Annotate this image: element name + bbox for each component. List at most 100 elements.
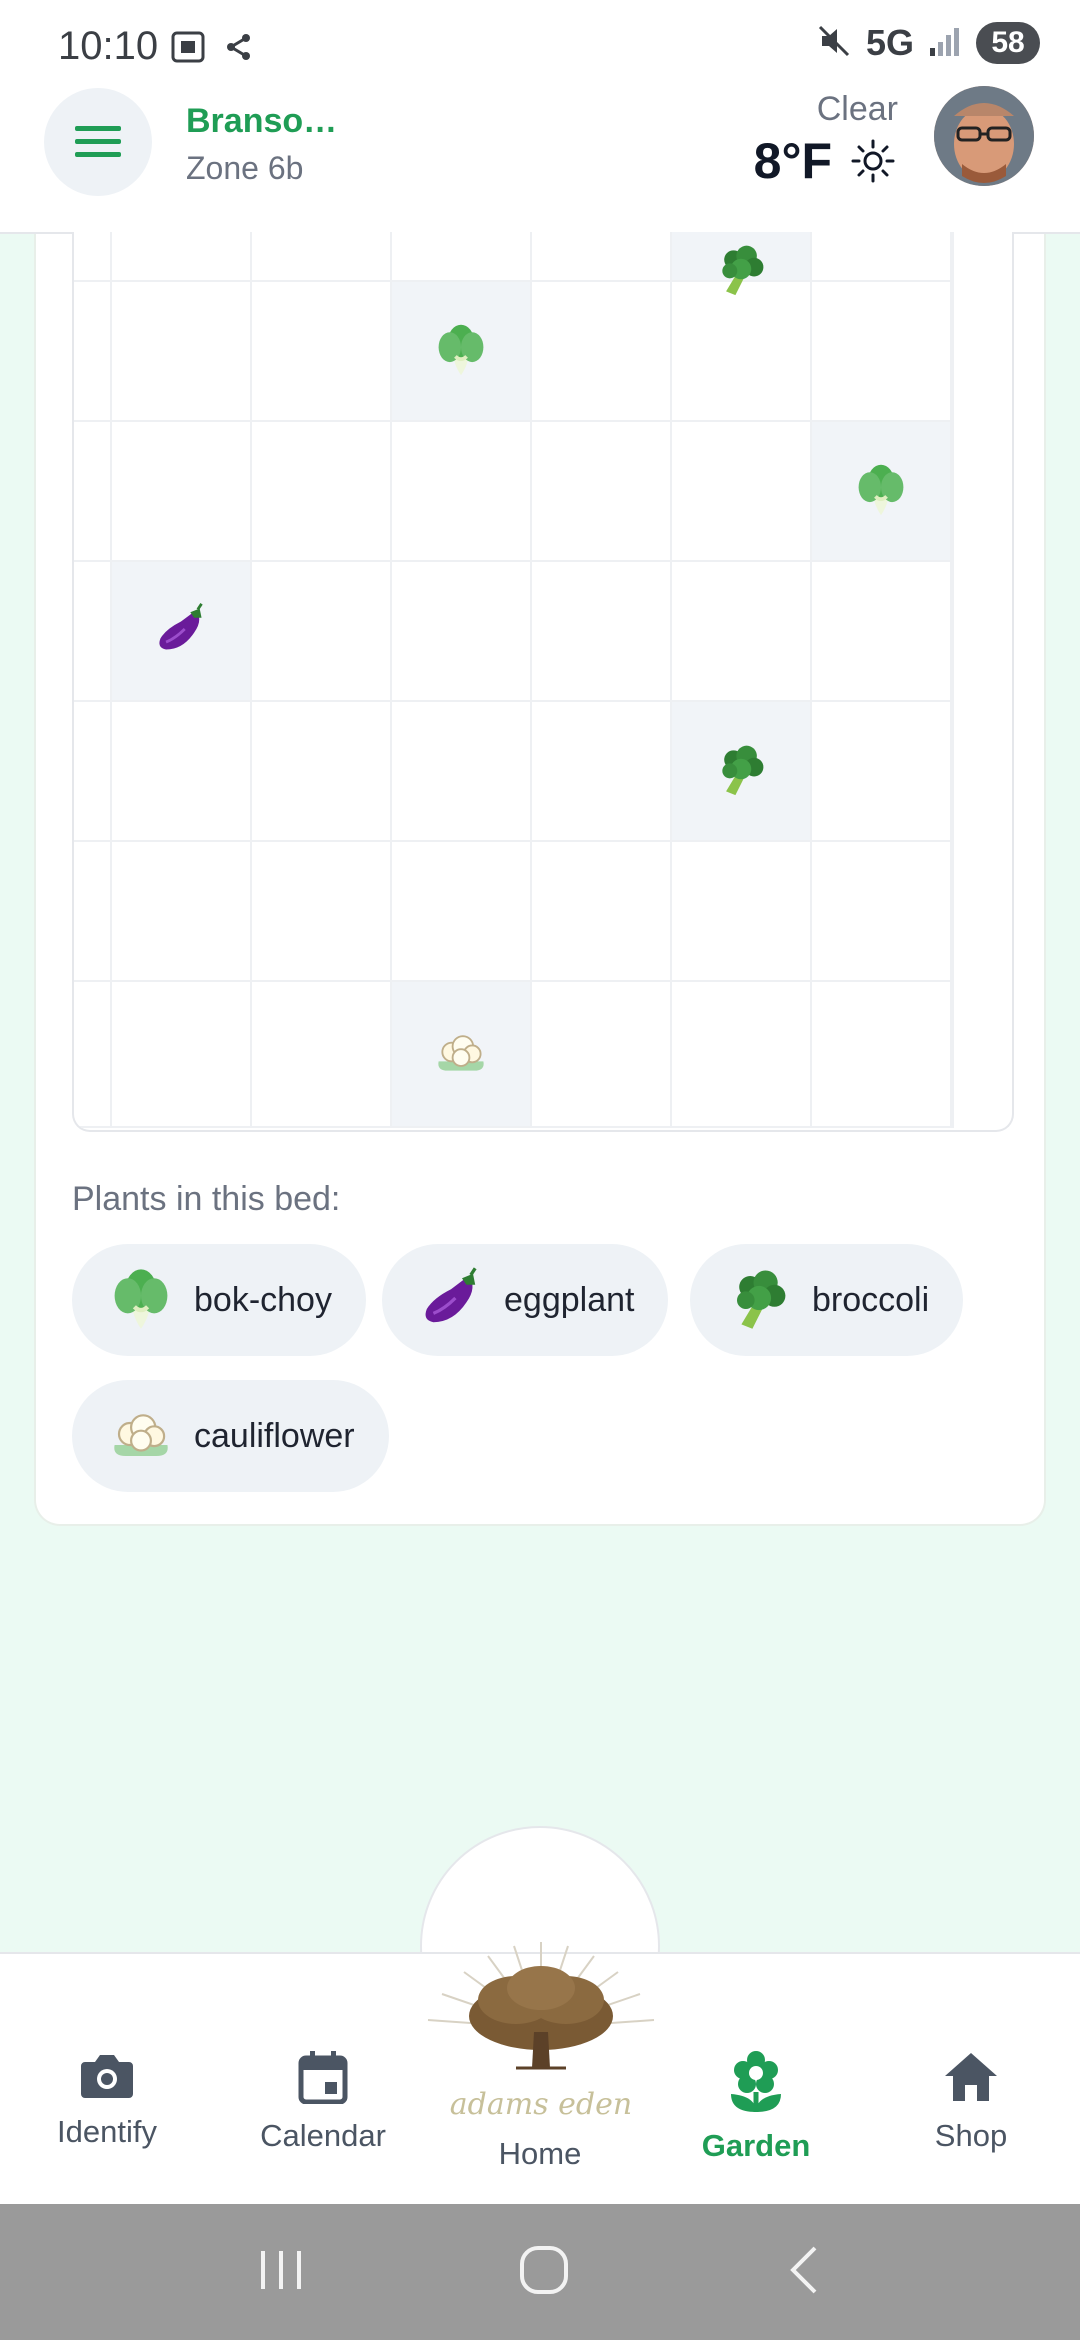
grid-cell[interactable] bbox=[812, 842, 952, 982]
grid-cell[interactable] bbox=[672, 982, 812, 1128]
cauliflower-icon bbox=[108, 1401, 174, 1472]
back-icon[interactable] bbox=[783, 2244, 823, 2301]
broccoli-icon bbox=[713, 741, 769, 802]
grid-cell[interactable] bbox=[112, 422, 252, 562]
grid-cell[interactable] bbox=[392, 232, 532, 282]
eggplant-icon bbox=[418, 1265, 484, 1336]
grid-cell[interactable] bbox=[672, 562, 812, 702]
home-system-icon[interactable] bbox=[518, 2244, 570, 2301]
nav-home[interactable]: Home bbox=[440, 2136, 640, 2172]
nav-shop[interactable]: Shop bbox=[871, 2050, 1071, 2154]
plant-chip-label: cauliflower bbox=[194, 1416, 355, 1455]
grid-cell[interactable] bbox=[952, 842, 954, 982]
plant-chip-bok-choy[interactable]: bok-choy bbox=[72, 1244, 366, 1356]
grid-cell[interactable] bbox=[952, 282, 954, 422]
grid-cell[interactable] bbox=[74, 232, 112, 282]
grid-cell[interactable] bbox=[532, 282, 672, 422]
nav-calendar[interactable]: Calendar bbox=[223, 2050, 423, 2154]
nav-label-identify: Identify bbox=[57, 2114, 157, 2149]
grid-cell[interactable] bbox=[252, 422, 392, 562]
grid-cell[interactable] bbox=[672, 232, 812, 295]
grid-cell[interactable] bbox=[74, 422, 112, 562]
garden-bed-card: Plants in this bed: bok-choy eggplant br… bbox=[34, 232, 1046, 1526]
signal-icon bbox=[928, 26, 962, 61]
grid-cell[interactable] bbox=[112, 842, 252, 982]
home-shop-icon bbox=[945, 2053, 997, 2101]
grid-cell[interactable] bbox=[812, 982, 952, 1128]
grid-cell[interactable] bbox=[112, 282, 252, 422]
nav-garden[interactable]: Garden bbox=[656, 2050, 856, 2164]
grid-cell[interactable] bbox=[952, 422, 954, 562]
grid-cell[interactable] bbox=[812, 282, 952, 422]
calendar-icon bbox=[298, 2051, 348, 2104]
grid-cell[interactable] bbox=[812, 702, 952, 842]
app-header: Branso… Zone 6b Clear 8°F bbox=[0, 86, 1080, 234]
nav-identify[interactable]: Identify bbox=[7, 2050, 207, 2150]
logo-text: adams eden bbox=[450, 2087, 632, 2122]
grid-cell[interactable] bbox=[532, 232, 672, 282]
nav-label-home: Home bbox=[498, 2136, 582, 2171]
grid-cell[interactable] bbox=[812, 562, 952, 702]
grid-cell[interactable] bbox=[252, 232, 392, 282]
grid-cell[interactable] bbox=[672, 422, 812, 562]
location-name[interactable]: Branso… bbox=[186, 102, 337, 141]
grid-cell[interactable] bbox=[392, 982, 532, 1128]
grid-cell[interactable] bbox=[532, 702, 672, 842]
broccoli-icon bbox=[726, 1265, 792, 1336]
grid-cell[interactable] bbox=[252, 562, 392, 702]
grid-cell[interactable] bbox=[812, 422, 952, 562]
bok-choy-icon bbox=[853, 461, 909, 522]
grid-cell[interactable] bbox=[392, 422, 532, 562]
nav-label-garden: Garden bbox=[701, 2128, 811, 2163]
plant-chip-eggplant[interactable]: eggplant bbox=[382, 1244, 669, 1356]
zone-label: Zone 6b bbox=[186, 150, 304, 186]
plant-chip-cauliflower[interactable]: cauliflower bbox=[72, 1380, 389, 1492]
menu-button[interactable] bbox=[44, 88, 152, 196]
grid-cell[interactable] bbox=[112, 232, 252, 282]
grid-cell[interactable] bbox=[74, 562, 112, 702]
grid-cell[interactable] bbox=[252, 702, 392, 842]
grid-cell[interactable] bbox=[532, 562, 672, 702]
avatar[interactable] bbox=[934, 86, 1034, 186]
plant-chip-broccoli[interactable]: broccoli bbox=[690, 1244, 964, 1356]
adams-eden-logo[interactable]: adams eden bbox=[416, 1928, 666, 2128]
grid-cell[interactable] bbox=[952, 982, 954, 1128]
weather-condition: Clear bbox=[816, 90, 898, 128]
grid-cell[interactable] bbox=[812, 232, 952, 282]
garden-bed-grid bbox=[72, 232, 1014, 1132]
system-navigation-bar bbox=[0, 2204, 1080, 2340]
grid-cell[interactable] bbox=[252, 842, 392, 982]
grid-cell[interactable] bbox=[952, 562, 954, 702]
grid-cell[interactable] bbox=[952, 232, 954, 282]
grid-cell[interactable] bbox=[252, 282, 392, 422]
grid-cell[interactable] bbox=[672, 702, 812, 842]
grid-cell[interactable] bbox=[74, 842, 112, 982]
grid-cell[interactable] bbox=[672, 282, 812, 422]
grid-cell[interactable] bbox=[392, 842, 532, 982]
cauliflower-icon bbox=[433, 1024, 489, 1085]
bok-choy-icon bbox=[108, 1265, 174, 1336]
grid-cell[interactable] bbox=[112, 562, 252, 702]
grid-cell[interactable] bbox=[532, 422, 672, 562]
grid-cell[interactable] bbox=[532, 982, 672, 1128]
status-time: 10:10 bbox=[58, 24, 159, 68]
bok-choy-icon bbox=[433, 321, 489, 382]
status-bar: 10:10 5G 58 bbox=[0, 0, 1080, 88]
grid-cell[interactable] bbox=[112, 982, 252, 1128]
grid-cell[interactable] bbox=[112, 702, 252, 842]
grid-cell[interactable] bbox=[532, 842, 672, 982]
nav-label-shop: Shop bbox=[934, 2118, 1008, 2153]
grid-cell[interactable] bbox=[252, 982, 392, 1128]
grid-cell[interactable] bbox=[392, 702, 532, 842]
hamburger-icon bbox=[75, 126, 121, 157]
grid-cell[interactable] bbox=[74, 982, 112, 1128]
grid-cell[interactable] bbox=[74, 702, 112, 842]
plant-chip-label: broccoli bbox=[812, 1280, 930, 1319]
grid-cell[interactable] bbox=[392, 282, 532, 422]
recent-apps-icon[interactable] bbox=[257, 2247, 305, 2298]
grid-cell[interactable] bbox=[672, 842, 812, 982]
flower-icon bbox=[731, 2051, 781, 2112]
grid-cell[interactable] bbox=[74, 282, 112, 422]
grid-cell[interactable] bbox=[952, 702, 954, 842]
grid-cell[interactable] bbox=[392, 562, 532, 702]
